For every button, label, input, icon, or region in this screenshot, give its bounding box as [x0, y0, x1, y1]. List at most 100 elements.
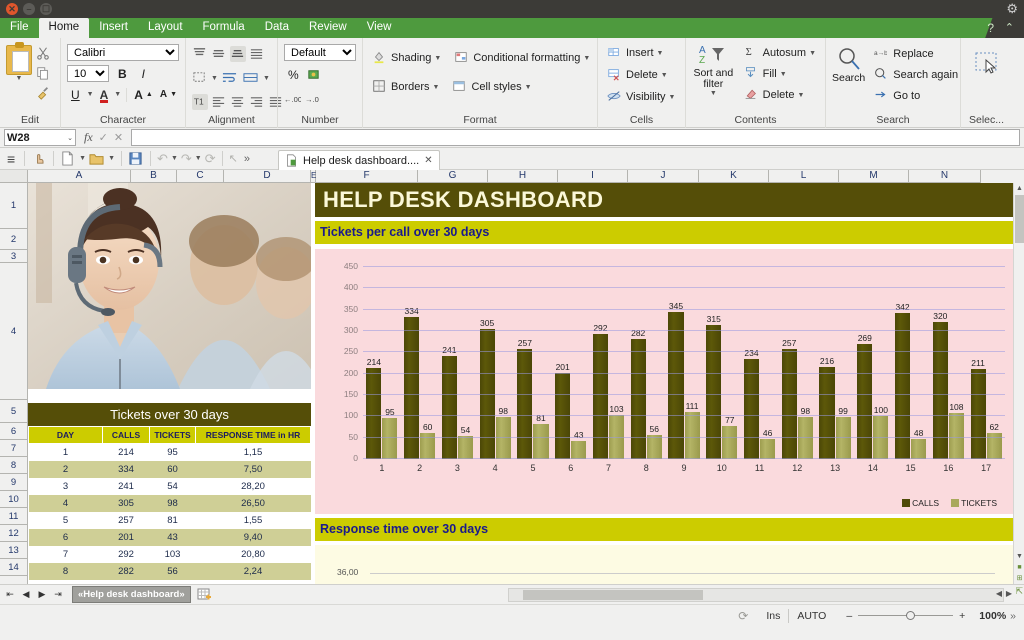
column-header-h[interactable]: H	[488, 170, 558, 183]
row-header-12[interactable]: 12	[0, 525, 27, 542]
zoom-knob[interactable]	[906, 611, 915, 620]
scroll-up-icon[interactable]: ▲	[1014, 183, 1024, 194]
insert-cells-button[interactable]: Insert ▼	[604, 44, 666, 62]
column-header-l[interactable]: L	[769, 170, 839, 183]
align-center-icon[interactable]	[230, 94, 246, 110]
align-right-icon[interactable]	[249, 94, 265, 110]
column-header-g[interactable]: G	[418, 170, 488, 183]
last-sheet-button[interactable]: ⇥	[50, 587, 66, 602]
selection-mode-label[interactable]: AUTO	[797, 610, 826, 622]
reject-formula-icon[interactable]: ✕	[114, 131, 123, 144]
align-justify-icon[interactable]	[249, 46, 265, 62]
remove-decimal-icon[interactable]: →.0	[305, 91, 323, 107]
delete-contents-button[interactable]: Delete ▼	[741, 86, 819, 104]
formula-input[interactable]	[131, 129, 1020, 146]
add-sheet-icon[interactable]	[197, 588, 213, 602]
table-row[interactable]: 3 241 54 28,20	[29, 478, 311, 495]
row-header-8[interactable]: 8	[0, 457, 27, 474]
row-header-4[interactable]: 4	[0, 263, 27, 400]
column-header-k[interactable]: K	[699, 170, 769, 183]
column-header-d[interactable]: D	[224, 170, 311, 183]
next-sheet-button[interactable]: ▶	[34, 587, 50, 602]
borders-button[interactable]: Borders ▼	[369, 78, 442, 96]
previous-sheet-button[interactable]: ◀	[18, 587, 34, 602]
font-color-dropdown-icon[interactable]: ▼	[114, 91, 121, 98]
document-tab[interactable]: Help desk dashboard.... ✕	[278, 150, 440, 170]
clone-formatting-icon[interactable]: ↖	[229, 152, 238, 165]
tab-home[interactable]: Home	[39, 18, 90, 38]
tab-data[interactable]: Data	[255, 18, 299, 38]
replace-button[interactable]: a→b Replace	[871, 45, 961, 63]
window-minimize-button[interactable]: –	[23, 3, 35, 15]
visibility-dropdown-icon[interactable]: ▼	[669, 94, 676, 101]
scroll-down-icon[interactable]: ▼	[1014, 551, 1024, 562]
redo-dropdown-icon[interactable]: ▼	[195, 155, 202, 162]
window-close-button[interactable]: ✕	[6, 3, 18, 15]
tab-view[interactable]: View	[357, 18, 402, 38]
row-header-9[interactable]: 9	[0, 474, 27, 491]
select-all-corner[interactable]	[0, 170, 28, 183]
conditional-formatting-dropdown-icon[interactable]: ▼	[583, 55, 590, 62]
settings-gear-icon[interactable]: ⚙	[1006, 2, 1018, 16]
row-header-6[interactable]: 6	[0, 423, 27, 440]
zoom-track[interactable]	[858, 615, 953, 616]
row-header-3[interactable]: 3	[0, 250, 27, 263]
cell-styles-dropdown-icon[interactable]: ▼	[525, 84, 532, 91]
tab-formula[interactable]: Formula	[193, 18, 255, 38]
horizontal-scrollbar-thumb[interactable]	[523, 590, 703, 600]
column-header-m[interactable]: M	[839, 170, 909, 183]
decrease-font-size-button[interactable]: A▼	[158, 89, 179, 100]
sidebar-menu-icon[interactable]: ≡	[4, 151, 18, 167]
tab-insert[interactable]: Insert	[89, 18, 138, 38]
search-button[interactable]: Search	[832, 42, 865, 105]
row-header-1[interactable]: 1	[0, 183, 27, 229]
underline-dropdown-icon[interactable]: ▼	[87, 91, 94, 98]
zoom-level-label[interactable]: 100%	[979, 610, 1006, 622]
new-document-dropdown-icon[interactable]: ▼	[79, 155, 86, 162]
delete-cells-button[interactable]: Delete ▼	[604, 66, 671, 84]
autosum-button[interactable]: Σ Autosum ▼	[741, 44, 819, 62]
column-header-c[interactable]: C	[177, 170, 224, 183]
row-header-2[interactable]: 2	[0, 229, 27, 250]
shading-dropdown-icon[interactable]: ▼	[434, 55, 441, 62]
number-format-select[interactable]: Default	[284, 44, 356, 61]
row-header-5[interactable]: 5	[0, 400, 27, 423]
toolbar-overflow-icon[interactable]: »	[241, 153, 250, 165]
table-row[interactable]: 5 257 81 1,55	[29, 512, 311, 529]
fill-button[interactable]: Fill ▼	[741, 65, 819, 83]
delete-cells-dropdown-icon[interactable]: ▼	[661, 72, 668, 79]
align-bottom-icon[interactable]	[230, 46, 246, 62]
table-row[interactable]: 2 334 60 7,50	[29, 461, 311, 478]
split-view-icon[interactable]: ■	[1014, 562, 1024, 573]
align-top-icon[interactable]	[192, 46, 208, 62]
tab-review[interactable]: Review	[299, 18, 357, 38]
sort-and-filter-dropdown-icon[interactable]: ▼	[710, 90, 717, 97]
open-file-dropdown-icon[interactable]: ▼	[108, 155, 115, 162]
currency-format-icon[interactable]	[306, 67, 322, 83]
save-icon[interactable]	[128, 151, 144, 167]
undo-icon[interactable]: ↶	[157, 151, 168, 167]
borders-dropdown-icon[interactable]: ▼	[433, 84, 440, 91]
refresh-icon[interactable]: ⟳	[205, 151, 216, 167]
text-orientation-dropdown-icon[interactable]: ▼	[211, 75, 218, 82]
document-tab-close-icon[interactable]: ✕	[424, 155, 432, 166]
column-header-f[interactable]: F	[316, 170, 418, 183]
scroll-right-icon[interactable]: ▶	[1006, 589, 1012, 598]
cell-styles-button[interactable]: Cell styles ▼	[449, 78, 534, 96]
search-again-button[interactable]: Search again	[871, 66, 961, 84]
save-status-icon[interactable]: ⟳	[738, 609, 748, 623]
row-header-10[interactable]: 10	[0, 491, 27, 508]
add-decimal-icon[interactable]: ←.00	[284, 91, 302, 107]
accept-formula-icon[interactable]: ✓	[99, 131, 108, 144]
align-left-icon[interactable]	[211, 94, 227, 110]
font-size-select[interactable]: 10	[67, 65, 109, 82]
table-row[interactable]: 6 201 43 9,40	[29, 529, 311, 546]
format-paintbrush-icon[interactable]	[36, 86, 52, 102]
conditional-formatting-button[interactable]: Conditional formatting ▼	[451, 49, 593, 67]
undo-dropdown-icon[interactable]: ▼	[171, 155, 178, 162]
go-to-button[interactable]: Go to	[871, 87, 961, 105]
wrap-text-icon[interactable]	[221, 70, 239, 86]
insert-mode-label[interactable]: Ins	[766, 610, 780, 622]
column-header-i[interactable]: I	[558, 170, 628, 183]
column-header-a[interactable]: A	[28, 170, 131, 183]
